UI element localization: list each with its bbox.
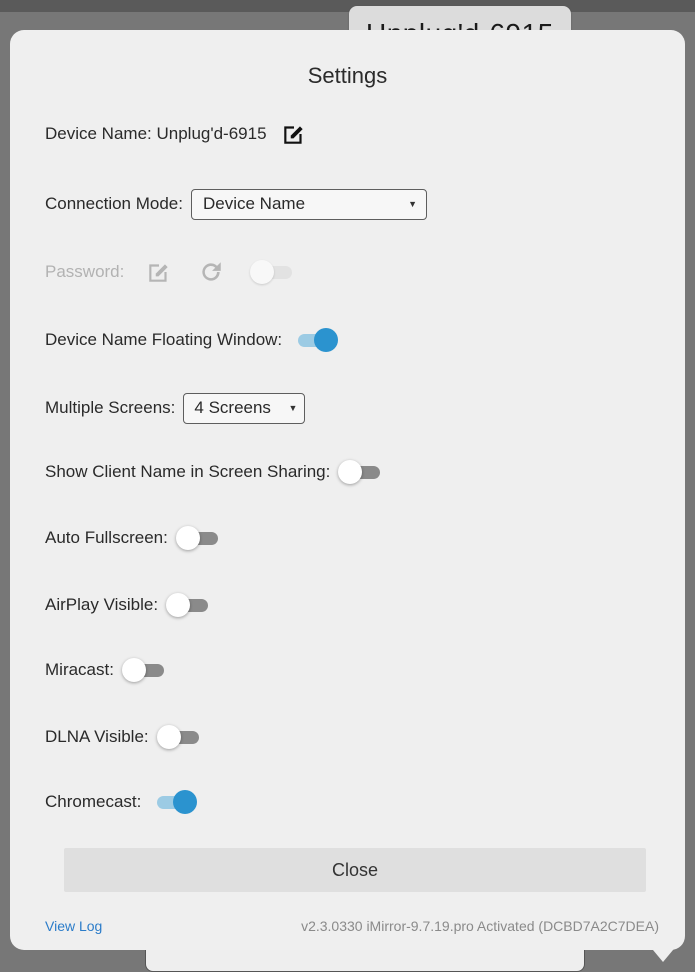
chromecast-toggle[interactable] xyxy=(151,790,198,814)
multiple-screens-label: Multiple Screens: xyxy=(45,398,176,417)
floating-window-row: Device Name Floating Window: xyxy=(45,322,339,358)
airplay-visible-label: AirPlay Visible: xyxy=(45,595,159,614)
multiple-screens-row: Multiple Screens: 4 Screens ▼ xyxy=(45,390,306,426)
auto-fullscreen-row: Auto Fullscreen: xyxy=(45,520,222,556)
miracast-toggle[interactable] xyxy=(121,658,168,682)
edit-icon[interactable] xyxy=(281,121,307,147)
show-client-name-row: Show Client Name in Screen Sharing: xyxy=(45,454,384,490)
floating-window-toggle[interactable] xyxy=(292,328,339,352)
dlna-visible-toggle[interactable] xyxy=(156,725,203,749)
password-row: Password: xyxy=(45,254,296,290)
close-button[interactable]: Close xyxy=(64,848,646,892)
miracast-row: Miracast: xyxy=(45,652,168,688)
miracast-label: Miracast: xyxy=(45,660,114,679)
dialog-title: Settings xyxy=(307,63,388,88)
show-client-name-label: Show Client Name in Screen Sharing: xyxy=(45,462,331,481)
window-top-strip xyxy=(0,0,695,12)
password-edit-icon xyxy=(146,259,172,285)
view-log-link[interactable]: View Log xyxy=(45,918,102,934)
dlna-visible-label: DLNA Visible: xyxy=(45,727,149,746)
dropdown-caret-icon: ▼ xyxy=(408,199,417,209)
chromecast-row: Chromecast: xyxy=(45,784,198,820)
connection-mode-value: Device Name xyxy=(202,194,306,213)
chromecast-label: Chromecast: xyxy=(45,792,142,811)
connection-mode-select[interactable]: Device Name ▼ xyxy=(190,188,427,220)
connection-mode-row: Connection Mode: Device Name ▼ xyxy=(45,186,427,222)
airplay-visible-toggle[interactable] xyxy=(166,593,212,617)
auto-fullscreen-label: Auto Fullscreen: xyxy=(45,528,168,547)
dlna-visible-row: DLNA Visible: xyxy=(45,719,203,755)
floating-window-label: Device Name Floating Window: xyxy=(45,330,283,349)
auto-fullscreen-toggle[interactable] xyxy=(175,526,222,550)
connection-mode-label: Connection Mode: xyxy=(45,194,183,213)
multiple-screens-select[interactable]: 4 Screens ▼ xyxy=(183,392,306,424)
settings-dialog: Settings Device Name: Unplug'd-6915 Conn… xyxy=(10,30,685,950)
dropdown-caret-icon: ▼ xyxy=(288,403,298,413)
password-label: Password: xyxy=(45,262,125,281)
dialog-pointer xyxy=(648,944,678,962)
airplay-visible-row: AirPlay Visible: xyxy=(45,587,212,623)
device-name-row: Device Name: Unplug'd-6915 xyxy=(45,116,307,152)
refresh-icon xyxy=(198,259,224,285)
password-toggle xyxy=(250,260,296,284)
show-client-name-toggle[interactable] xyxy=(338,460,384,484)
device-name-label: Device Name: Unplug'd-6915 xyxy=(45,124,267,143)
multiple-screens-value: 4 Screens xyxy=(194,398,271,417)
version-text: v2.3.0330 iMirror-9.7.19.pro Activated (… xyxy=(301,918,659,934)
